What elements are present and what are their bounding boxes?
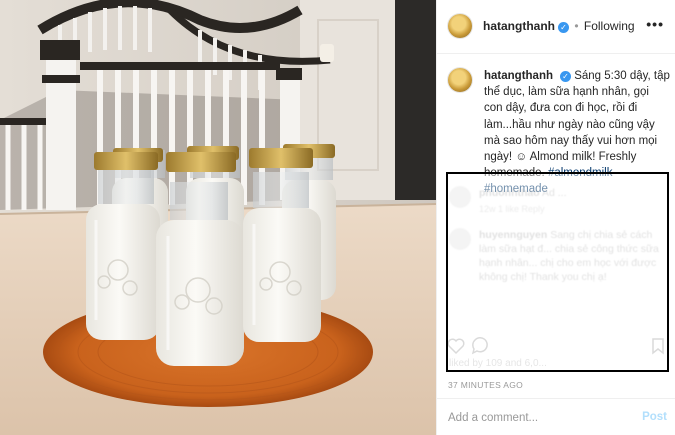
add-comment-bar: Post (437, 398, 675, 435)
verified-badge-icon: ✓ (558, 22, 569, 33)
redaction-box (446, 172, 669, 372)
caption-username-link[interactable]: hatangthanh (484, 70, 553, 82)
post-sidebar: hatangthanh ✓ • Following ••• hatangthanh… (436, 0, 675, 435)
post-comment-button[interactable]: Post (642, 411, 667, 423)
comment-input[interactable] (448, 408, 638, 428)
caption-body: Sáng 5:30 dậy, tập thể dục, làm sữa hạnh… (484, 70, 670, 180)
username-link[interactable]: hatangthanh (483, 19, 555, 33)
post-photo[interactable] (0, 0, 436, 435)
post-header: hatangthanh ✓ • Following ••• (437, 0, 675, 54)
following-button[interactable]: Following (584, 19, 635, 33)
caption-avatar[interactable] (448, 68, 472, 92)
verified-badge-icon: ✓ (560, 71, 571, 82)
separator-dot: • (574, 19, 579, 33)
more-options-icon[interactable]: ••• (646, 16, 664, 32)
post-timestamp[interactable]: 37 MINUTES AGO (448, 380, 523, 390)
post-header-text: hatangthanh ✓ • Following (483, 19, 635, 33)
avatar[interactable] (448, 14, 472, 38)
